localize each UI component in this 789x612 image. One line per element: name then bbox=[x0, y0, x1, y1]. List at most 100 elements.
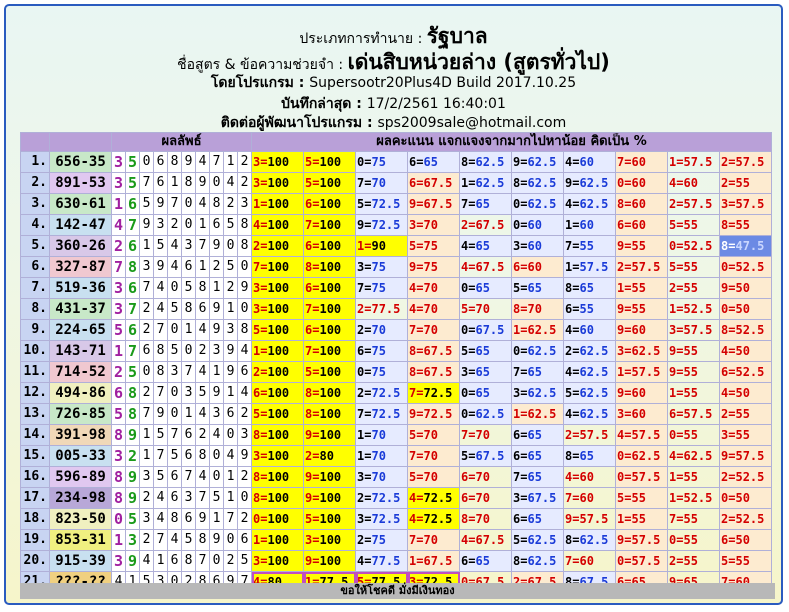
digit-cell: 6 bbox=[223, 403, 238, 425]
score-cell: 5=70 bbox=[407, 424, 460, 446]
score-cell: 7=70 bbox=[407, 445, 460, 467]
digit-cell: 9 bbox=[125, 487, 140, 509]
score-percent: 70 bbox=[423, 323, 438, 337]
digit-cell: 3 bbox=[111, 445, 126, 467]
digit-cell: 2 bbox=[237, 403, 252, 425]
score-percent: 52.5 bbox=[735, 512, 765, 526]
program-line: โดยโปรแกรม : Supersootr20Plus4D Build 20… bbox=[6, 72, 781, 94]
digit-cell: 6 bbox=[153, 151, 168, 173]
score-percent: 100 bbox=[319, 470, 342, 484]
digit-cell: 4 bbox=[167, 529, 182, 551]
score-percent: 100 bbox=[267, 281, 290, 295]
score-percent: 72.5 bbox=[371, 491, 401, 505]
score-percent: 57.5 bbox=[683, 407, 713, 421]
score-percent: 55 bbox=[683, 386, 698, 400]
table-row: 8. 431-37 3 7 2 4 5 8 6 9 1 0 3=100 7=100 2=77.5 4=70 5=… bbox=[20, 298, 772, 320]
score-cell: 0=60 bbox=[615, 172, 668, 194]
digit-cell: 8 bbox=[237, 319, 252, 341]
digit-cell: 3 bbox=[139, 466, 154, 488]
score-percent: 72.5 bbox=[371, 218, 401, 232]
score-percent: 72.5 bbox=[371, 197, 401, 211]
main-panel: ประเภทการทำนาย : รัฐบาล ชื่อสูตร & ข้อคว… bbox=[4, 4, 783, 605]
digit-cell: 0 bbox=[167, 319, 182, 341]
table-row: 10. 143-71 1 7 6 8 5 0 2 3 9 4 1=100 7=100 6=75 8=67.5 5… bbox=[20, 340, 772, 362]
score-cell: 2=57.5 bbox=[719, 151, 772, 173]
score-cell: 2=52.5 bbox=[719, 466, 772, 488]
score-percent: 100 bbox=[267, 239, 290, 253]
score-cell: 3=55 bbox=[719, 424, 772, 446]
digit-cell: 8 bbox=[195, 529, 210, 551]
digit-cell: 9 bbox=[153, 193, 168, 215]
digit-cell: 4 bbox=[195, 361, 210, 383]
score-cell: 7=100 bbox=[303, 298, 356, 320]
score-cell: 8=62.5 bbox=[459, 151, 512, 173]
digit-cell: 1 bbox=[223, 382, 238, 404]
digit-cell: 0 bbox=[209, 445, 224, 467]
digit-cell: 8 bbox=[237, 214, 252, 236]
digit-cell: 9 bbox=[237, 445, 252, 467]
score-percent: 62.5 bbox=[579, 344, 609, 358]
digit-cell: 5 bbox=[195, 382, 210, 404]
digit-cell: 5 bbox=[223, 214, 238, 236]
score-cell: 1=67.5 bbox=[407, 550, 460, 572]
score-percent: 72.5 bbox=[371, 386, 401, 400]
digit-cell: 9 bbox=[195, 508, 210, 530]
digit-cell: 4 bbox=[153, 298, 168, 320]
score-cell: 8=70 bbox=[459, 508, 512, 530]
score-percent: 70 bbox=[475, 428, 490, 442]
digit-cell: 8 bbox=[125, 403, 140, 425]
draw-result: 431-37 bbox=[49, 298, 112, 320]
score-cell: 9=62.5 bbox=[511, 151, 564, 173]
score-cell: 3=62.5 bbox=[511, 382, 564, 404]
digit-cell: 5 bbox=[153, 424, 168, 446]
score-cell: 9=100 bbox=[303, 487, 356, 509]
score-cell: 0=55 bbox=[667, 424, 720, 446]
digit-cell: 1 bbox=[209, 508, 224, 530]
digit-cell: 8 bbox=[195, 277, 210, 299]
score-cell: 5=100 bbox=[303, 508, 356, 530]
draw-result: 360-26 bbox=[49, 235, 112, 257]
digit-cell: 9 bbox=[223, 340, 238, 362]
score-percent: 67.5 bbox=[475, 533, 505, 547]
score-cell: 6=100 bbox=[303, 193, 356, 215]
digit-cell: 5 bbox=[153, 235, 168, 257]
score-cell: 1=57.5 bbox=[563, 256, 616, 278]
score-percent: 57.5 bbox=[579, 260, 609, 274]
row-number: 7. bbox=[20, 277, 50, 299]
score-percent: 57.5 bbox=[579, 512, 609, 526]
score-percent: 75 bbox=[371, 344, 386, 358]
digit-cell: 9 bbox=[223, 361, 238, 383]
score-percent: 55 bbox=[683, 218, 698, 232]
score-cell: 5=55 bbox=[667, 214, 720, 236]
score-cell: 7=70 bbox=[459, 424, 512, 446]
score-percent: 100 bbox=[267, 323, 290, 337]
score-percent: 100 bbox=[319, 533, 342, 547]
digit-cell: 2 bbox=[139, 487, 154, 509]
score-percent: 67.5 bbox=[475, 218, 505, 232]
draw-result: 224-65 bbox=[49, 319, 112, 341]
score-cell: 5=67.5 bbox=[459, 445, 512, 467]
digit-cell: 3 bbox=[237, 424, 252, 446]
digit-cell: 7 bbox=[195, 487, 210, 509]
score-percent: 65 bbox=[475, 239, 490, 253]
score-percent: 75 bbox=[371, 281, 386, 295]
score-percent: 100 bbox=[319, 365, 342, 379]
score-percent: 70 bbox=[475, 470, 490, 484]
score-percent: 52.5 bbox=[735, 260, 765, 274]
score-percent: 72.5 bbox=[423, 386, 453, 400]
score-cell: 6=67.5 bbox=[407, 172, 460, 194]
table-row: 1. 656-35 3 5 0 6 8 9 4 7 1 2 3=100 5=100 0=75 6=65 8=62… bbox=[20, 151, 772, 173]
score-cell: 8=52.5 bbox=[719, 319, 772, 341]
score-percent: 72.5 bbox=[371, 512, 401, 526]
score-percent: 77.5 bbox=[371, 554, 401, 568]
score-cell: 4=77.5 bbox=[355, 550, 408, 572]
contact-email[interactable]: sps2009sale@hotmail.com bbox=[377, 115, 566, 131]
table-row: 9. 224-65 5 6 2 7 0 1 4 9 3 8 5=100 6=100 2=70 7=70 0=67… bbox=[20, 319, 772, 341]
score-percent: 57.5 bbox=[579, 428, 609, 442]
digit-cell: 3 bbox=[153, 214, 168, 236]
row-number: 10. bbox=[20, 340, 50, 362]
score-percent: 75 bbox=[371, 155, 386, 169]
digit-cell: 8 bbox=[125, 382, 140, 404]
type-label: ประเภทการทำนาย : bbox=[299, 31, 427, 47]
score-percent: 55 bbox=[683, 365, 698, 379]
